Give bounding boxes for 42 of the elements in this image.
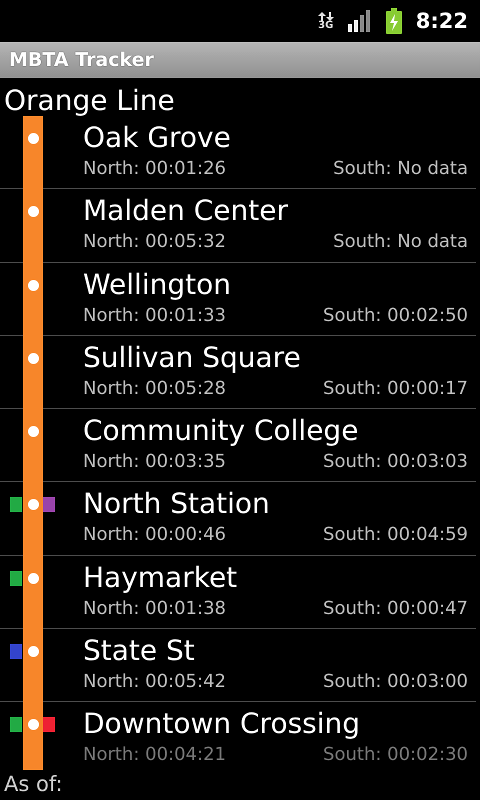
station-name: Wellington bbox=[83, 266, 231, 303]
south-time: South: 00:02:30 bbox=[323, 743, 468, 768]
station-name: Malden Center bbox=[83, 193, 288, 230]
signal-icon bbox=[348, 10, 372, 32]
station-name: Downtown Crossing bbox=[83, 706, 360, 742]
station-row[interactable]: Downtown Crossing North: 00:04:21 South: 00:02:30 bbox=[0, 702, 476, 770]
updated-label: As of: bbox=[3, 771, 63, 798]
line-name: Orange Line bbox=[3, 83, 176, 116]
station-row[interactable]: Community College North: 00:03:35 South: 00:03:03 bbox=[0, 409, 476, 482]
station-row[interactable]: Haymarket North: 00:01:38 South: 00:00:47 bbox=[0, 556, 476, 630]
station-name: Community College bbox=[83, 413, 358, 450]
battery-charging-icon bbox=[386, 8, 402, 34]
station-row[interactable]: Sullivan Square North: 00:05:28 South: 00:00:17 bbox=[0, 336, 476, 410]
station-row[interactable]: Oak Grove North: 00:01:26 South: No data bbox=[0, 116, 476, 190]
north-time: North: 00:01:38 bbox=[83, 596, 226, 621]
south-time: South: 00:03:00 bbox=[323, 670, 468, 694]
clock-time: 8:22 bbox=[416, 9, 468, 33]
north-time: North: 00:01:26 bbox=[83, 157, 226, 181]
south-time: South: 00:04:59 bbox=[323, 523, 468, 548]
south-time: South: 00:00:47 bbox=[323, 596, 468, 621]
station-row[interactable]: Malden Center North: 00:05:32 South: No data bbox=[0, 189, 476, 263]
station-name: Sullivan Square bbox=[83, 340, 301, 376]
station-row[interactable]: Wellington North: 00:01:33 South: 00:02:50 bbox=[0, 262, 476, 336]
app-title: MBTA Tracker bbox=[9, 49, 154, 71]
south-time: South: 00:03:03 bbox=[323, 450, 468, 474]
station-name: Oak Grove bbox=[83, 120, 231, 156]
north-time: North: 00:05:28 bbox=[83, 376, 226, 401]
north-time: North: 00:01:33 bbox=[83, 304, 226, 328]
north-time: North: 00:05:42 bbox=[83, 670, 226, 694]
station-name: North Station bbox=[83, 486, 270, 522]
south-time: South: No data bbox=[333, 157, 468, 181]
south-time: South: No data bbox=[333, 230, 468, 254]
station-row[interactable]: State St North: 00:05:42 South: 00:03:00 bbox=[0, 629, 476, 702]
south-time: South: 00:00:17 bbox=[323, 376, 468, 401]
south-time: South: 00:02:50 bbox=[323, 304, 468, 328]
north-time: North: 00:04:21 bbox=[83, 743, 226, 768]
north-time: North: 00:05:32 bbox=[83, 230, 226, 254]
north-time: North: 00:03:35 bbox=[83, 450, 226, 474]
station-name: Haymarket bbox=[83, 560, 238, 596]
station-name: State St bbox=[83, 633, 195, 670]
station-row[interactable]: North Station North: 00:00:46 South: 00:04:59 bbox=[0, 482, 476, 556]
north-time: North: 00:00:46 bbox=[83, 523, 226, 548]
